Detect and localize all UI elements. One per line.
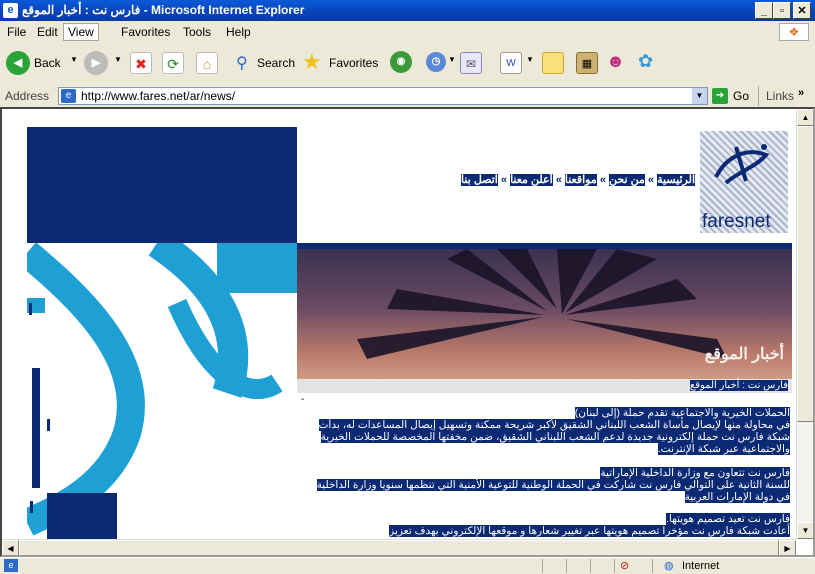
edit-dropdown-icon[interactable]: ▼	[526, 55, 534, 64]
decorative-calligraphy-art	[27, 243, 297, 541]
breadcrumb-strip: فارس نت : أخبار الموقع	[297, 379, 792, 393]
refresh-icon[interactable]: ⟳	[162, 52, 184, 74]
site-logo[interactable]: faresnet	[700, 131, 788, 233]
page-icon: e	[61, 89, 76, 103]
back-label[interactable]: Back	[34, 56, 61, 70]
favorites-label[interactable]: Favorites	[329, 56, 378, 70]
article-title[interactable]: فارس نت تتعاون مع وزارة الداخلية الإمارا…	[306, 467, 790, 479]
menu-view[interactable]: View	[63, 23, 99, 41]
research-icon[interactable]: ▦	[576, 52, 598, 74]
scroll-left-icon[interactable]: ◀	[2, 540, 19, 555]
window-title: فارس نت : أخبار الموقع - Microsoft Inter…	[22, 3, 305, 17]
address-url[interactable]: http://www.fares.net/ar/news/	[81, 89, 235, 104]
messenger-icon[interactable]: ☻	[606, 51, 625, 72]
nav-contact[interactable]: اتصل بنا	[461, 174, 498, 186]
menu-help[interactable]: Help	[226, 25, 251, 39]
divider	[652, 559, 653, 573]
divider	[758, 86, 759, 106]
nav-advertise[interactable]: أعلن معنا	[510, 174, 553, 186]
web-page: الرئيسية » من نحن » مواقعنا » أعلن معنا …	[12, 113, 792, 541]
article-item[interactable]: فارس نت تتعاون مع وزارة الداخلية الإمارا…	[306, 467, 790, 503]
menu-file[interactable]: File	[7, 25, 26, 39]
article-item[interactable]: الحملات الخيرية والاجتماعية تقدم حملة (إ…	[306, 407, 790, 455]
breadcrumb-text[interactable]: فارس نت : أخبار الموقع	[689, 380, 788, 391]
history-dropdown-icon[interactable]: ▼	[448, 55, 456, 64]
forward-dropdown-icon[interactable]: ▼	[114, 55, 122, 64]
horizontal-scroll-thumb[interactable]	[19, 540, 779, 555]
globe-icon: ◍	[664, 560, 674, 572]
site-nav: الرئيسية » من نحن » مواقعنا » أعلن معنا …	[295, 173, 695, 189]
banner-title: أخبار الموقع	[704, 346, 784, 363]
news-banner: أخبار الموقع	[297, 249, 792, 379]
scroll-up-icon[interactable]: ▲	[797, 109, 813, 126]
history-icon[interactable]: ◷	[426, 52, 446, 72]
menu-tools[interactable]: Tools	[183, 25, 211, 39]
divider	[590, 559, 591, 573]
divider	[614, 559, 615, 573]
menu-favorites[interactable]: Favorites	[121, 25, 170, 39]
breadcrumb[interactable]: فارس نت : أخبار الموقع	[689, 380, 788, 391]
menu-bar: File Edit View Favorites Tools Help ❖	[0, 21, 815, 44]
forward-arrow-icon[interactable]: ▶	[84, 51, 108, 75]
title-bar[interactable]: e فارس نت : أخبار الموقع - Microsoft Int…	[0, 0, 815, 21]
dash: -	[301, 394, 305, 405]
menu-edit[interactable]: Edit	[37, 25, 58, 39]
go-arrow-icon[interactable]: ➔	[712, 88, 728, 104]
vertical-scroll-thumb[interactable]	[797, 126, 813, 422]
links-chevron-icon[interactable]: »	[798, 87, 804, 99]
status-bar: e ⊘ ◍ Internet	[0, 557, 815, 574]
close-button[interactable]: ✕	[793, 2, 811, 19]
home-icon[interactable]: ⌂	[196, 52, 218, 74]
toolbar: ◀ Back ▼ ▶ ▼ ✖ ⟳ ⌂ ⚲ Search ★ Favorites …	[0, 43, 815, 86]
nav-separator: »	[647, 174, 655, 186]
maximize-button[interactable]: ▫	[773, 2, 791, 19]
windows-logo-icon: ❖	[779, 23, 809, 41]
msn-butterfly-icon[interactable]: ✿	[638, 51, 653, 72]
search-icon[interactable]: ⚲	[236, 53, 248, 73]
article-body: للسنة الثانية على التوالي فارس نت شاركت …	[316, 479, 790, 503]
divider	[542, 559, 543, 573]
address-dropdown-icon[interactable]: ▼	[692, 88, 707, 104]
logo-text: faresnet	[702, 211, 771, 232]
page-status-icon: e	[4, 559, 18, 572]
article-body: في محاولة منها لإيصال مأساة الشعب اللبنا…	[318, 419, 790, 455]
scroll-right-icon[interactable]: ▶	[779, 540, 796, 555]
header-navy-block	[27, 127, 297, 243]
stop-icon[interactable]: ✖	[130, 52, 152, 74]
logo-calligraphy-icon	[706, 137, 782, 197]
zone-label: Internet	[682, 560, 720, 572]
nav-separator: »	[500, 174, 507, 186]
nav-separator: »	[599, 174, 606, 186]
minimize-button[interactable]: _	[755, 2, 773, 19]
address-bar: Address e http://www.fares.net/ar/news/ …	[0, 85, 815, 108]
divider	[566, 559, 567, 573]
links-label[interactable]: Links	[766, 89, 794, 103]
privacy-icon[interactable]: ⊘	[620, 559, 629, 572]
search-label[interactable]: Search	[257, 56, 295, 70]
media-icon[interactable]: ◉	[390, 51, 412, 73]
ie-icon[interactable]: e	[3, 3, 18, 18]
article-item[interactable]: فارس نت تعيد تصميم هويتها. أعادت شبكة فا…	[306, 513, 790, 537]
horizontal-scrollbar[interactable]: ◀ ▶	[2, 539, 796, 555]
nav-separator: »	[555, 174, 562, 186]
favorites-star-icon[interactable]: ★	[302, 49, 322, 75]
discuss-icon[interactable]	[542, 52, 564, 74]
address-label: Address	[5, 89, 50, 103]
article-body: أعادت شبكة فارس نت مؤخرا تصميم هويتها عب…	[389, 525, 790, 537]
mail-icon[interactable]: ✉	[460, 52, 482, 74]
back-dropdown-icon[interactable]: ▼	[70, 55, 78, 64]
nav-home[interactable]: الرئيسية	[657, 174, 695, 186]
vertical-scrollbar[interactable]: ▲ ▼	[796, 109, 813, 539]
article-title[interactable]: فارس نت تعيد تصميم هويتها.	[306, 513, 790, 525]
go-button[interactable]: Go	[733, 89, 749, 103]
address-field[interactable]: e http://www.fares.net/ar/news/ ▼	[58, 87, 708, 105]
back-arrow-icon[interactable]: ◀	[6, 51, 30, 75]
nav-sites[interactable]: مواقعنا	[564, 174, 597, 186]
article-title[interactable]: الحملات الخيرية والاجتماعية تقدم حملة (إ…	[306, 407, 790, 419]
browser-viewport[interactable]: الرئيسية » من نحن » مواقعنا » أعلن معنا …	[0, 107, 815, 557]
nav-about[interactable]: من نحن	[609, 174, 645, 186]
scroll-down-icon[interactable]: ▼	[797, 522, 813, 539]
print-icon[interactable]: W	[500, 52, 522, 74]
